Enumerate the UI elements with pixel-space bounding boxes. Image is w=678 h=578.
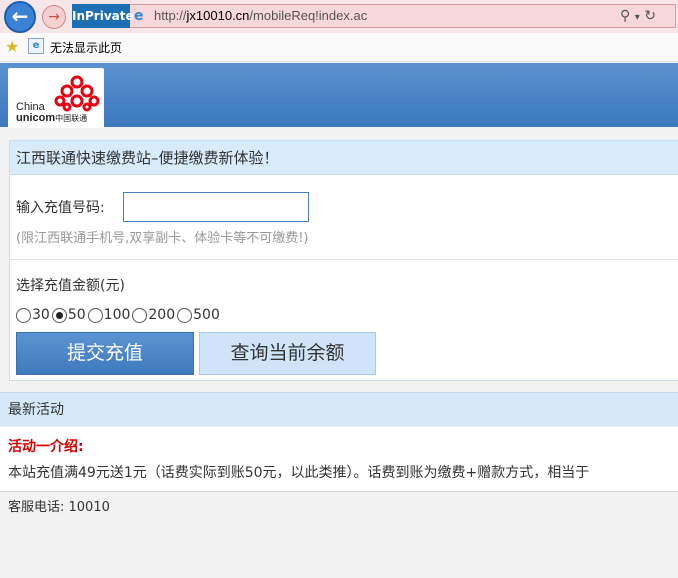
amount-option-label: 30 (32, 307, 50, 323)
logo-text-unicom-cn: 中国联通 (55, 114, 88, 123)
amount-option-label: 200 (148, 307, 176, 323)
amount-radio-group: 30 50 100 200 500 (16, 304, 222, 326)
forward-button[interactable]: → (42, 5, 66, 29)
refresh-icon[interactable]: ↻ (644, 8, 656, 24)
divider (10, 259, 678, 260)
amount-option-30[interactable]: 30 (16, 307, 50, 323)
url-prefix: http:// (154, 8, 187, 23)
news-section-title: 最新活动 (0, 392, 678, 426)
logo-text-unicom: unicom中国联通 (16, 112, 87, 125)
customer-service-phone: 客服电话: 10010 (8, 500, 110, 515)
amount-option-label: 50 (67, 307, 86, 323)
ie-page-icon: e (134, 8, 144, 24)
amount-option-500[interactable]: 500 (177, 307, 220, 323)
query-balance-button[interactable]: 查询当前余额 (199, 332, 376, 375)
radio-500[interactable] (177, 307, 193, 323)
favorites-item[interactable]: 无法显示此页 (50, 40, 122, 56)
amount-option-label: 100 (103, 307, 131, 323)
browser-chrome: ← → InPrivate e http://jx10010.cn/mobile… (0, 0, 678, 62)
address-tools: ⚲ ▾ ↻ (620, 7, 656, 27)
url-path: /mobileReq!index.ac (249, 8, 368, 23)
radio-200[interactable] (132, 307, 148, 323)
search-icon[interactable]: ⚲ (620, 8, 630, 24)
unicom-logo[interactable]: China unicom中国联通 (8, 68, 104, 128)
promo-text: 本站充值满49元送1元（话费实际到账50元，以此类推）。话费到账为缴费+赠款方式… (8, 465, 590, 481)
radio-100[interactable] (87, 307, 103, 323)
radio-50[interactable] (51, 307, 67, 323)
promo-area: 活动一介绍: 本站充值满49元送1元（话费实际到账50元，以此类推）。话费到账为… (0, 427, 678, 491)
radio-30[interactable] (16, 307, 31, 323)
phone-number-input[interactable] (123, 192, 309, 222)
inprivate-badge: InPrivate (72, 4, 134, 28)
back-button[interactable]: ← (4, 1, 36, 33)
phone-label: 输入充值号码: (16, 200, 105, 216)
amount-label: 选择充值金额(元) (16, 278, 125, 294)
amount-option-label: 500 (193, 307, 220, 323)
amount-option-100[interactable]: 100 (87, 307, 131, 323)
favorite-page-icon: e (28, 38, 44, 54)
url-text[interactable]: http://jx10010.cn/mobileReq!index.ac (154, 6, 367, 26)
recharge-panel: 江西联通快速缴费站–便捷缴费新体验！ 输入充值号码: (限江西联通手机号,双享副… (9, 140, 678, 381)
url-host: jx10010.cn (186, 8, 250, 23)
unicom-knot-icon (54, 75, 100, 112)
submit-recharge-button[interactable]: 提交充值 (16, 332, 194, 375)
promo-title: 活动一介绍: (8, 439, 84, 455)
footer-divider (0, 491, 678, 492)
dropdown-icon[interactable]: ▾ (635, 12, 640, 23)
amount-option-50[interactable]: 50 (51, 307, 86, 323)
panel-title: 江西联通快速缴费站–便捷缴费新体验！ (10, 141, 678, 175)
logo-text-unicom-en: unicom (16, 112, 56, 124)
favorites-bar: ★ e 无法显示此页 (0, 33, 678, 62)
phone-hint: (限江西联通手机号,双享副卡、体验卡等不可缴费!) (16, 231, 309, 246)
favorites-star-icon[interactable]: ★ (5, 38, 19, 56)
amount-option-200[interactable]: 200 (132, 307, 175, 323)
